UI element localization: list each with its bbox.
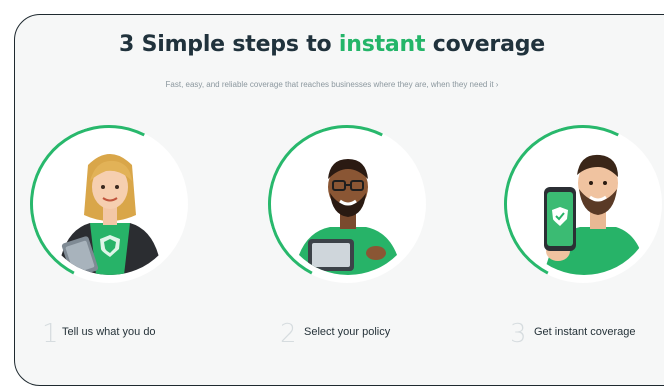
step-1-label: Tell us what you do <box>62 326 156 338</box>
step-3-label: Get instant coverage <box>534 326 636 338</box>
page-title: 3 Simple steps to instant coverage <box>0 32 664 57</box>
step-2: 2 Select your policy <box>247 104 447 355</box>
step-2-number: 2 <box>280 319 297 349</box>
title-accent: instant <box>338 32 426 57</box>
step-3: 3 Get instant coverage <box>483 104 664 355</box>
title-part-1: 3 Simple steps to <box>119 32 339 57</box>
man-with-phone-shield-illustration <box>514 135 654 275</box>
step-1: 1 Tell us what you do <box>9 104 209 355</box>
step-1-number: 1 <box>42 319 59 349</box>
man-with-tablet-illustration <box>278 135 418 275</box>
step-3-number: 3 <box>510 319 527 349</box>
subtitle-link[interactable]: Fast, easy, and reliable coverage that r… <box>0 80 664 89</box>
title-part-2: coverage <box>425 32 545 57</box>
woman-with-tablet-illustration <box>40 135 180 275</box>
step-2-label: Select your policy <box>304 326 391 338</box>
